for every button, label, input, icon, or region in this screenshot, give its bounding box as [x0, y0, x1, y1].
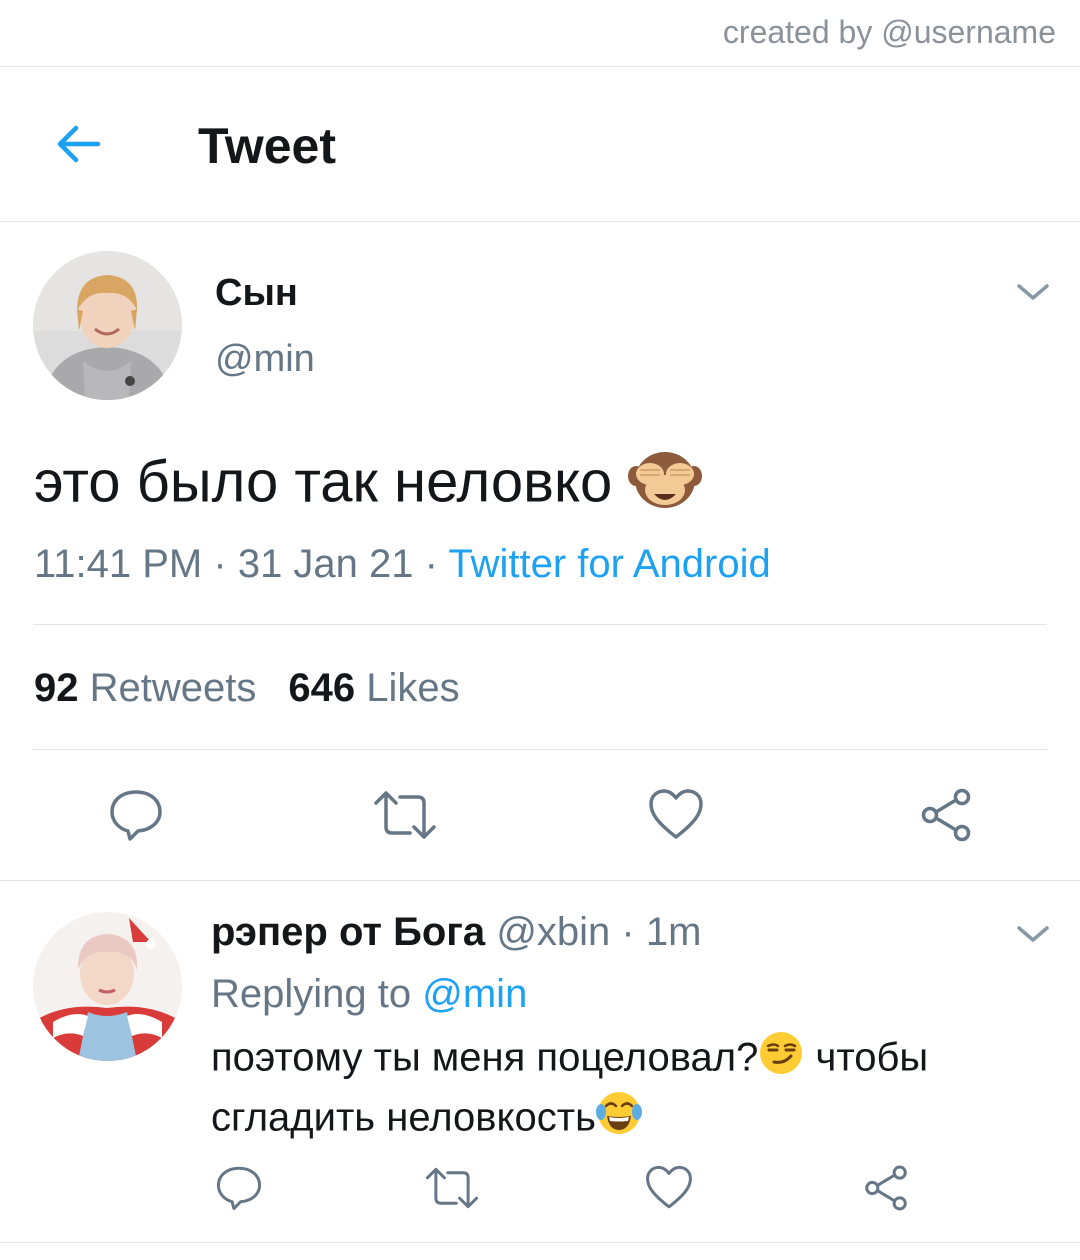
arrow-left-icon: [57, 125, 101, 163]
retweet-icon: [425, 1167, 479, 1209]
retweet-button[interactable]: [372, 787, 438, 843]
likes-count: 646: [288, 666, 356, 710]
tweet-options-button[interactable]: [1016, 282, 1050, 302]
reply-options-button[interactable]: [1016, 924, 1050, 944]
tweet-time: 11:41 PM: [34, 542, 203, 586]
reply-author-handle[interactable]: @xbin: [496, 910, 610, 954]
reply-author-name[interactable]: рэпер от Бога: [211, 910, 485, 954]
share-button[interactable]: [862, 1164, 910, 1212]
tweet-date: 31 Jan 21: [237, 542, 414, 586]
reply-author-avatar[interactable]: [33, 912, 182, 1061]
retweets-label: Retweets: [89, 666, 257, 710]
likes-label: Likes: [366, 666, 460, 710]
face-with-tears-of-joy-emoji: [595, 1090, 642, 1150]
author-avatar[interactable]: [33, 251, 182, 400]
author-name[interactable]: Сын: [215, 272, 298, 315]
share-icon: [921, 788, 971, 842]
reply-text: поэтому ты меня поцеловал? чтобы сгладит…: [211, 1030, 1031, 1150]
divider: [33, 749, 1047, 750]
like-button[interactable]: [645, 1164, 693, 1212]
section-divider: [0, 880, 1080, 881]
heart-icon: [646, 1165, 692, 1209]
share-icon: [865, 1165, 907, 1211]
like-button[interactable]: [648, 787, 704, 843]
meta-separator: ·: [424, 542, 438, 586]
divider: [33, 624, 1047, 625]
credit-text: created by @username: [722, 14, 1056, 50]
section-divider: [0, 1242, 1080, 1243]
replying-to-mention[interactable]: @min: [422, 972, 527, 1016]
smirking-face-emoji: [758, 1030, 804, 1090]
replying-to-label: Replying to: [211, 972, 412, 1016]
meta-separator: ·: [621, 910, 635, 954]
chevron-down-icon: [1017, 284, 1049, 300]
back-button[interactable]: [50, 119, 106, 169]
see-no-evil-monkey-emoji: [628, 446, 703, 526]
tweet-text: это было так неловко: [34, 446, 703, 526]
tweet-text-content: это было так неловко: [34, 449, 613, 515]
reply-icon: [110, 790, 162, 841]
meta-separator: ·: [213, 542, 227, 586]
page-title: Tweet: [198, 118, 336, 174]
reply-text-part1: поэтому ты меня поцеловал?: [211, 1035, 759, 1080]
tweet-meta: 11:41 PM · 31 Jan 21 · Twitter for Andro…: [34, 542, 771, 587]
share-button[interactable]: [918, 787, 974, 843]
author-handle[interactable]: @min: [215, 338, 315, 381]
reply-button[interactable]: [108, 787, 164, 843]
heart-icon: [649, 789, 703, 839]
retweet-icon: [374, 791, 436, 839]
tweet-source-link[interactable]: Twitter for Android: [448, 542, 770, 586]
chevron-down-icon: [1017, 926, 1049, 942]
likes-stat[interactable]: 646 Likes: [288, 666, 459, 710]
app-header: Tweet: [0, 67, 1080, 222]
retweets-stat[interactable]: 92 Retweets: [34, 666, 256, 710]
reply-button[interactable]: [215, 1164, 263, 1212]
replying-to: Replying to @min: [211, 972, 527, 1017]
reply-header: рэпер от Бога @xbin · 1m: [211, 910, 701, 955]
reply-time: 1m: [645, 910, 702, 954]
credit-bar: created by @username: [0, 0, 1080, 67]
retweet-button[interactable]: [424, 1164, 480, 1212]
reply-icon: [216, 1166, 262, 1211]
tweet-stats: 92 Retweets 646 Likes: [34, 666, 460, 711]
retweets-count: 92: [34, 666, 79, 710]
